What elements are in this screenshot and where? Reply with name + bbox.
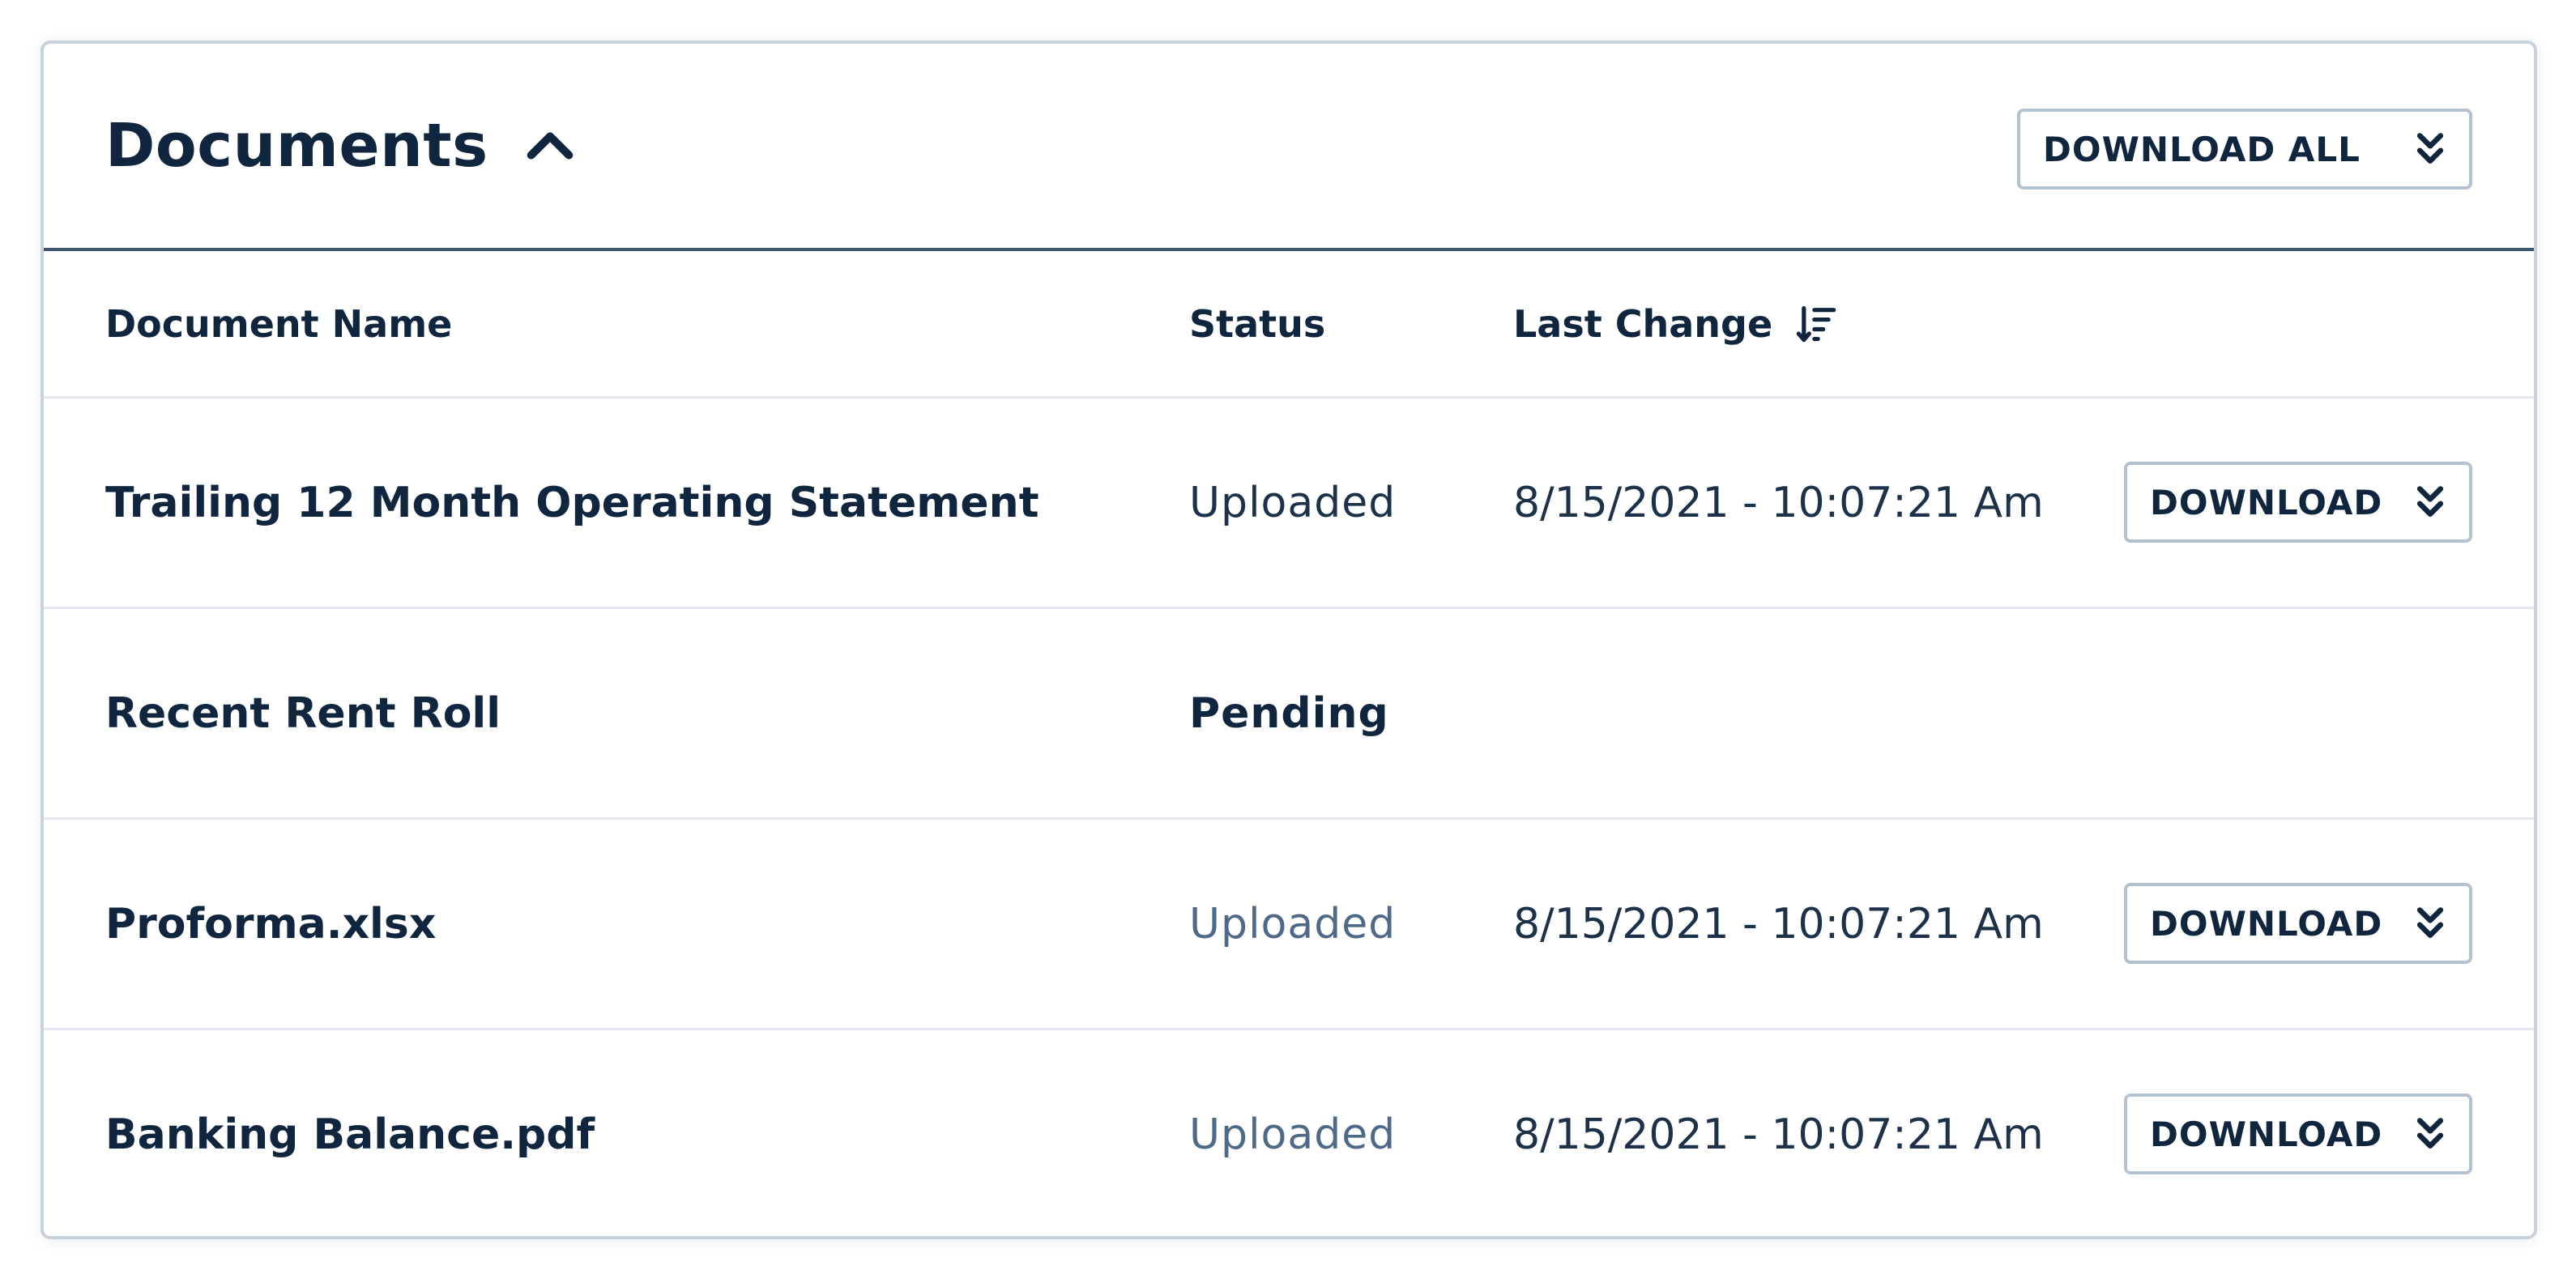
chevron-up-icon[interactable] [518,113,582,178]
download-button[interactable]: DOWNLOAD [2124,462,2472,543]
column-header-status[interactable]: Status [1189,251,1325,396]
column-header-last-change[interactable]: Last Change [1513,251,1837,396]
sort-descending-icon[interactable] [1795,303,1837,345]
document-last-change: 8/15/2021 - 10:07:21 Am [1513,1110,2044,1159]
panel-title: Documents [105,44,582,248]
download-button[interactable]: DOWNLOAD [2124,1093,2472,1174]
double-chevron-down-icon [2412,129,2448,169]
document-status: Uploaded [1189,899,1397,948]
download-all-button[interactable]: DOWNLOAD ALL [2017,109,2472,190]
document-status: Pending [1189,688,1389,738]
table-row: Banking Balance.pdf Uploaded 8/15/2021 -… [44,1030,2534,1236]
double-chevron-down-icon [2412,903,2448,944]
download-button-label: DOWNLOAD [2150,1114,2383,1154]
panel-title-text: Documents [105,111,488,181]
download-all-label: DOWNLOAD ALL [2043,129,2361,169]
document-status: Uploaded [1189,478,1397,527]
double-chevron-down-icon [2412,1114,2448,1154]
download-button-label: DOWNLOAD [2150,903,2383,944]
column-header-last-change-label: Last Change [1513,301,1773,346]
document-name: Recent Rent Roll [105,688,501,738]
document-name: Banking Balance.pdf [105,1110,595,1159]
document-status: Uploaded [1189,1110,1397,1159]
document-last-change: 8/15/2021 - 10:07:21 Am [1513,478,2044,527]
table-row: Recent Rent Roll Pending [44,609,2534,820]
table-row: Trailing 12 Month Operating Statement Up… [44,399,2534,609]
documents-panel: Documents DOWNLOAD ALL Document Name Sta… [41,40,2537,1239]
download-button[interactable]: DOWNLOAD [2124,883,2472,964]
table-row: Proforma.xlsx Uploaded 8/15/2021 - 10:07… [44,820,2534,1030]
document-last-change: 8/15/2021 - 10:07:21 Am [1513,899,2044,948]
table-header: Document Name Status Last Change [44,251,2534,399]
document-name: Proforma.xlsx [105,899,437,948]
document-name: Trailing 12 Month Operating Statement [105,478,1039,527]
download-button-label: DOWNLOAD [2150,482,2383,522]
double-chevron-down-icon [2412,482,2448,522]
panel-header: Documents DOWNLOAD ALL [44,44,2534,251]
column-header-document-name[interactable]: Document Name [105,251,452,396]
